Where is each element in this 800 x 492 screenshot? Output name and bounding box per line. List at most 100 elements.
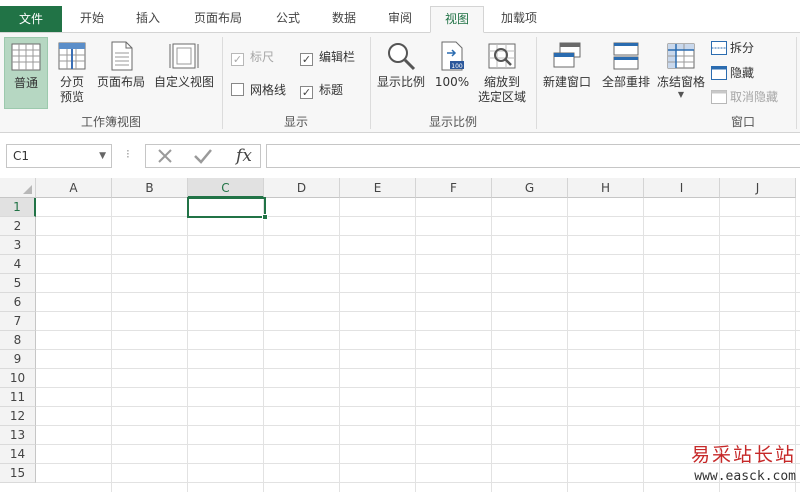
tab-data[interactable]: 数据: [318, 6, 370, 33]
tab-formulas[interactable]: 公式: [262, 6, 314, 33]
fill-handle[interactable]: [262, 214, 268, 220]
tab-file[interactable]: 文件: [0, 6, 62, 32]
tab-home[interactable]: 开始: [66, 6, 118, 33]
tab-view[interactable]: 视图: [430, 6, 484, 33]
tab-page-layout[interactable]: 页面布局: [178, 6, 258, 33]
row-header-5[interactable]: 5: [0, 274, 36, 293]
dropdown-arrow-icon: ▼: [677, 90, 685, 99]
worksheet-grid: ABCDEFGHIJ 1 2 3 4 5 6 7 8 9 10 11 12 13 14 15: [0, 178, 800, 492]
row-header-7[interactable]: 7: [0, 312, 36, 331]
zoom-selection-label-1: 缩放到: [483, 75, 520, 89]
row-header-13[interactable]: 13: [0, 426, 36, 445]
row-header-2[interactable]: 2: [0, 217, 36, 236]
tab-addins[interactable]: 加载项: [488, 6, 550, 33]
arrange-all-button[interactable]: 全部重排: [598, 37, 654, 109]
hide-icon: [711, 66, 727, 80]
row-header-14[interactable]: 14: [0, 445, 36, 464]
group-label-workbook-views: 工作簿视图: [80, 115, 141, 129]
custom-views-button[interactable]: 自定义视图: [150, 37, 218, 109]
insert-function-icon[interactable]: fx: [230, 145, 258, 167]
column-header-i[interactable]: I: [644, 178, 720, 198]
new-window-icon: [553, 42, 581, 68]
split-button[interactable]: 拆分: [711, 39, 754, 57]
normal-view-icon: [11, 43, 41, 71]
freeze-panes-label: 冻结窗格: [656, 75, 705, 89]
formula-input[interactable]: [266, 144, 800, 168]
freeze-panes-button[interactable]: 冻结窗格 ▼: [654, 37, 708, 109]
empty-checkbox-icon: [231, 83, 244, 96]
column-header-g[interactable]: G: [492, 178, 568, 198]
row-header-12[interactable]: 12: [0, 407, 36, 426]
column-header-j[interactable]: J: [720, 178, 796, 198]
row-header-8[interactable]: 8: [0, 331, 36, 350]
freeze-panes-icon: [667, 43, 695, 69]
column-header-e[interactable]: E: [340, 178, 416, 198]
watermark-title: 易采站长站: [690, 444, 796, 466]
hide-button[interactable]: 隐藏: [711, 64, 754, 82]
formula-bar: C1 ▼ ⁝ fx: [0, 133, 800, 178]
formula-bar-checkbox[interactable]: ✓ 编辑栏: [300, 48, 355, 66]
zoom-label: 显示比例: [376, 75, 425, 89]
row-header-6[interactable]: 6: [0, 293, 36, 312]
checkmark-icon: ✓: [231, 53, 244, 66]
page-break-preview-icon: [58, 42, 86, 70]
row-header-3[interactable]: 3: [0, 236, 36, 255]
column-header-d[interactable]: D: [264, 178, 340, 198]
magnifier-icon: [388, 43, 416, 71]
gridlines-checkbox[interactable]: 网格线: [231, 81, 286, 99]
row-header-4[interactable]: 4: [0, 255, 36, 274]
row-header-11[interactable]: 11: [0, 388, 36, 407]
custom-views-icon: [169, 43, 199, 69]
confirm-icon[interactable]: [190, 145, 216, 167]
ribbon-tab-bar: 文件 开始 插入 页面布局 公式 数据 审阅 视图 加载项: [0, 0, 800, 33]
dropdown-arrow-icon[interactable]: ▼: [99, 145, 106, 167]
arrange-all-label: 全部重排: [601, 75, 650, 89]
split-icon: [711, 41, 727, 55]
cell-area[interactable]: [36, 198, 800, 492]
row-header-10[interactable]: 10: [0, 369, 36, 388]
select-all-button[interactable]: [0, 178, 36, 198]
grip-icon: ⁝: [126, 147, 130, 161]
unhide-icon: [711, 90, 727, 104]
ruler-checkbox[interactable]: ✓ 标尺: [231, 48, 274, 66]
row-header-15[interactable]: 15: [0, 464, 36, 483]
name-box[interactable]: C1 ▼: [6, 144, 112, 168]
ribbon-view: 普通 分页 预览 页面布局 自定义视图 工作簿视图 ✓ 标尺 ✓ 编辑栏 网格线…: [0, 32, 800, 133]
page-layout-view-button[interactable]: 页面布局: [94, 37, 148, 109]
zoom-selection-label-2: 选定区域: [477, 90, 526, 104]
select-all-icon: [23, 185, 32, 194]
zoom-to-selection-button[interactable]: 缩放到 选定区域: [474, 37, 530, 109]
column-header-c[interactable]: C: [188, 178, 264, 198]
zoom-100-icon: 100: [441, 41, 464, 71]
row-header-1[interactable]: 1: [0, 198, 36, 217]
column-header-f[interactable]: F: [416, 178, 492, 198]
normal-view-label: 普通: [13, 76, 38, 90]
page-layout-label: 页面布局: [96, 75, 145, 89]
row-header-9[interactable]: 9: [0, 350, 36, 369]
checkmark-icon: ✓: [300, 53, 313, 66]
page-layout-icon: [111, 41, 133, 71]
new-window-button[interactable]: 新建窗口: [538, 37, 596, 109]
group-label-show: 显示: [283, 115, 308, 129]
zoom-button[interactable]: 显示比例: [372, 37, 430, 109]
cancel-icon[interactable]: [152, 145, 178, 167]
column-header-a[interactable]: A: [36, 178, 112, 198]
active-cell[interactable]: [187, 197, 268, 220]
tab-insert[interactable]: 插入: [122, 6, 174, 33]
column-header-h[interactable]: H: [568, 178, 644, 198]
site-watermark: 易采站长站 www.easck.com: [691, 440, 796, 484]
tab-review[interactable]: 审阅: [374, 6, 426, 33]
normal-view-button[interactable]: 普通: [4, 37, 48, 109]
unhide-button[interactable]: 取消隐藏: [711, 88, 778, 106]
formula-buttons: fx: [145, 144, 261, 168]
excel-window: 文件 开始 插入 页面布局 公式 数据 审阅 视图 加载项 普通 分页 预览 页…: [0, 0, 800, 492]
custom-views-label: 自定义视图: [153, 75, 214, 89]
group-separator: [796, 37, 797, 129]
page-break-preview-button[interactable]: 分页 预览: [52, 37, 92, 109]
new-window-label: 新建窗口: [542, 75, 591, 89]
checkmark-icon: ✓: [300, 86, 313, 99]
column-header-b[interactable]: B: [112, 178, 188, 198]
headings-checkbox[interactable]: ✓ 标题: [300, 81, 343, 99]
zoom-selection-icon: [488, 43, 516, 69]
zoom-100-button[interactable]: 100 100%: [432, 37, 472, 109]
